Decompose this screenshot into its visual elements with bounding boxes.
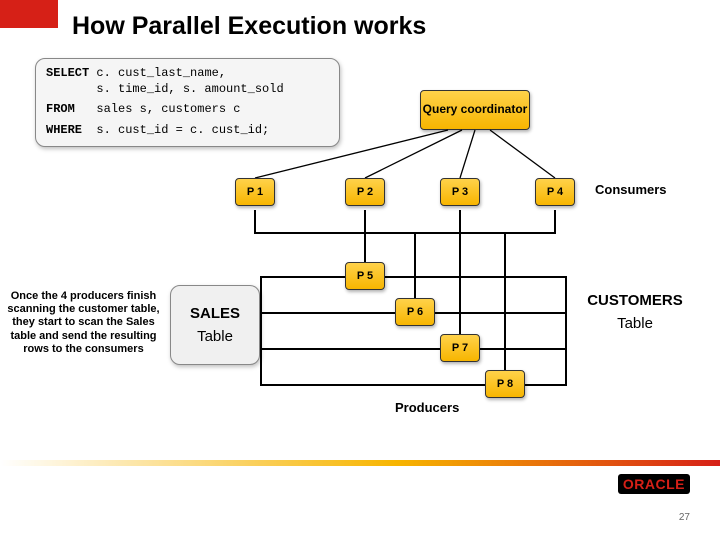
page-number: 27	[679, 512, 690, 523]
conn-p7-cust	[480, 348, 565, 350]
sql-query-box: SELECT c. cust_last_name, s. time_id, s.…	[35, 58, 340, 147]
oracle-logo: ORACLE	[618, 474, 690, 494]
producer-p7: P 7	[440, 334, 480, 362]
narration-caption: Once the 4 producers finish scanning the…	[6, 290, 161, 356]
conn-sales-p8	[260, 384, 485, 386]
sales-label: SALES	[190, 305, 240, 322]
consumer-p4: P 4	[535, 178, 575, 206]
producer-p6: P 6	[395, 298, 435, 326]
customers-sublabel: Table	[570, 315, 700, 332]
producer-p5: P 5	[345, 262, 385, 290]
footer-gradient-bar	[0, 460, 720, 466]
brand-red-block	[0, 0, 58, 28]
consumer-p2: P 2	[345, 178, 385, 206]
conn-sales-p6	[260, 312, 395, 314]
conn-p6-cust	[435, 312, 565, 314]
oracle-logo-text: ORACLE	[623, 476, 685, 492]
producer-p8: P 8	[485, 370, 525, 398]
customers-table-box: CUSTOMERS Table	[570, 292, 700, 332]
consumer-p3: P 3	[440, 178, 480, 206]
sql-select-cols: c. cust_last_name,	[96, 66, 226, 80]
consumer-p1: P 1	[235, 178, 275, 206]
interconnect-grid	[254, 210, 556, 256]
sql-kw-where: WHERE	[46, 123, 96, 137]
sql-where-pred: s. cust_id = c. cust_id;	[96, 123, 269, 137]
sql-from-tables: sales s, customers c	[96, 102, 240, 116]
conn-p8-cust	[525, 384, 567, 386]
sql-select-cols2: s. time_id, s. amount_sold	[46, 81, 329, 97]
sql-kw-from: FROM	[46, 102, 96, 116]
sales-table-box: SALES Table	[170, 285, 260, 365]
page-title: How Parallel Execution works	[72, 12, 426, 41]
conn-sales-p7	[260, 348, 440, 350]
sql-kw-select: SELECT	[46, 66, 96, 80]
conn-p5-cust	[385, 276, 567, 278]
producers-label: Producers	[395, 400, 459, 415]
conn-sales-p5	[260, 276, 345, 278]
consumers-label: Consumers	[595, 182, 667, 197]
query-coordinator-box: Query coordinator	[420, 90, 530, 130]
conn-cust-v	[565, 276, 567, 386]
sales-sublabel: Table	[197, 328, 233, 345]
customers-label: CUSTOMERS	[570, 292, 700, 309]
conn-sales-p5v	[260, 276, 262, 386]
